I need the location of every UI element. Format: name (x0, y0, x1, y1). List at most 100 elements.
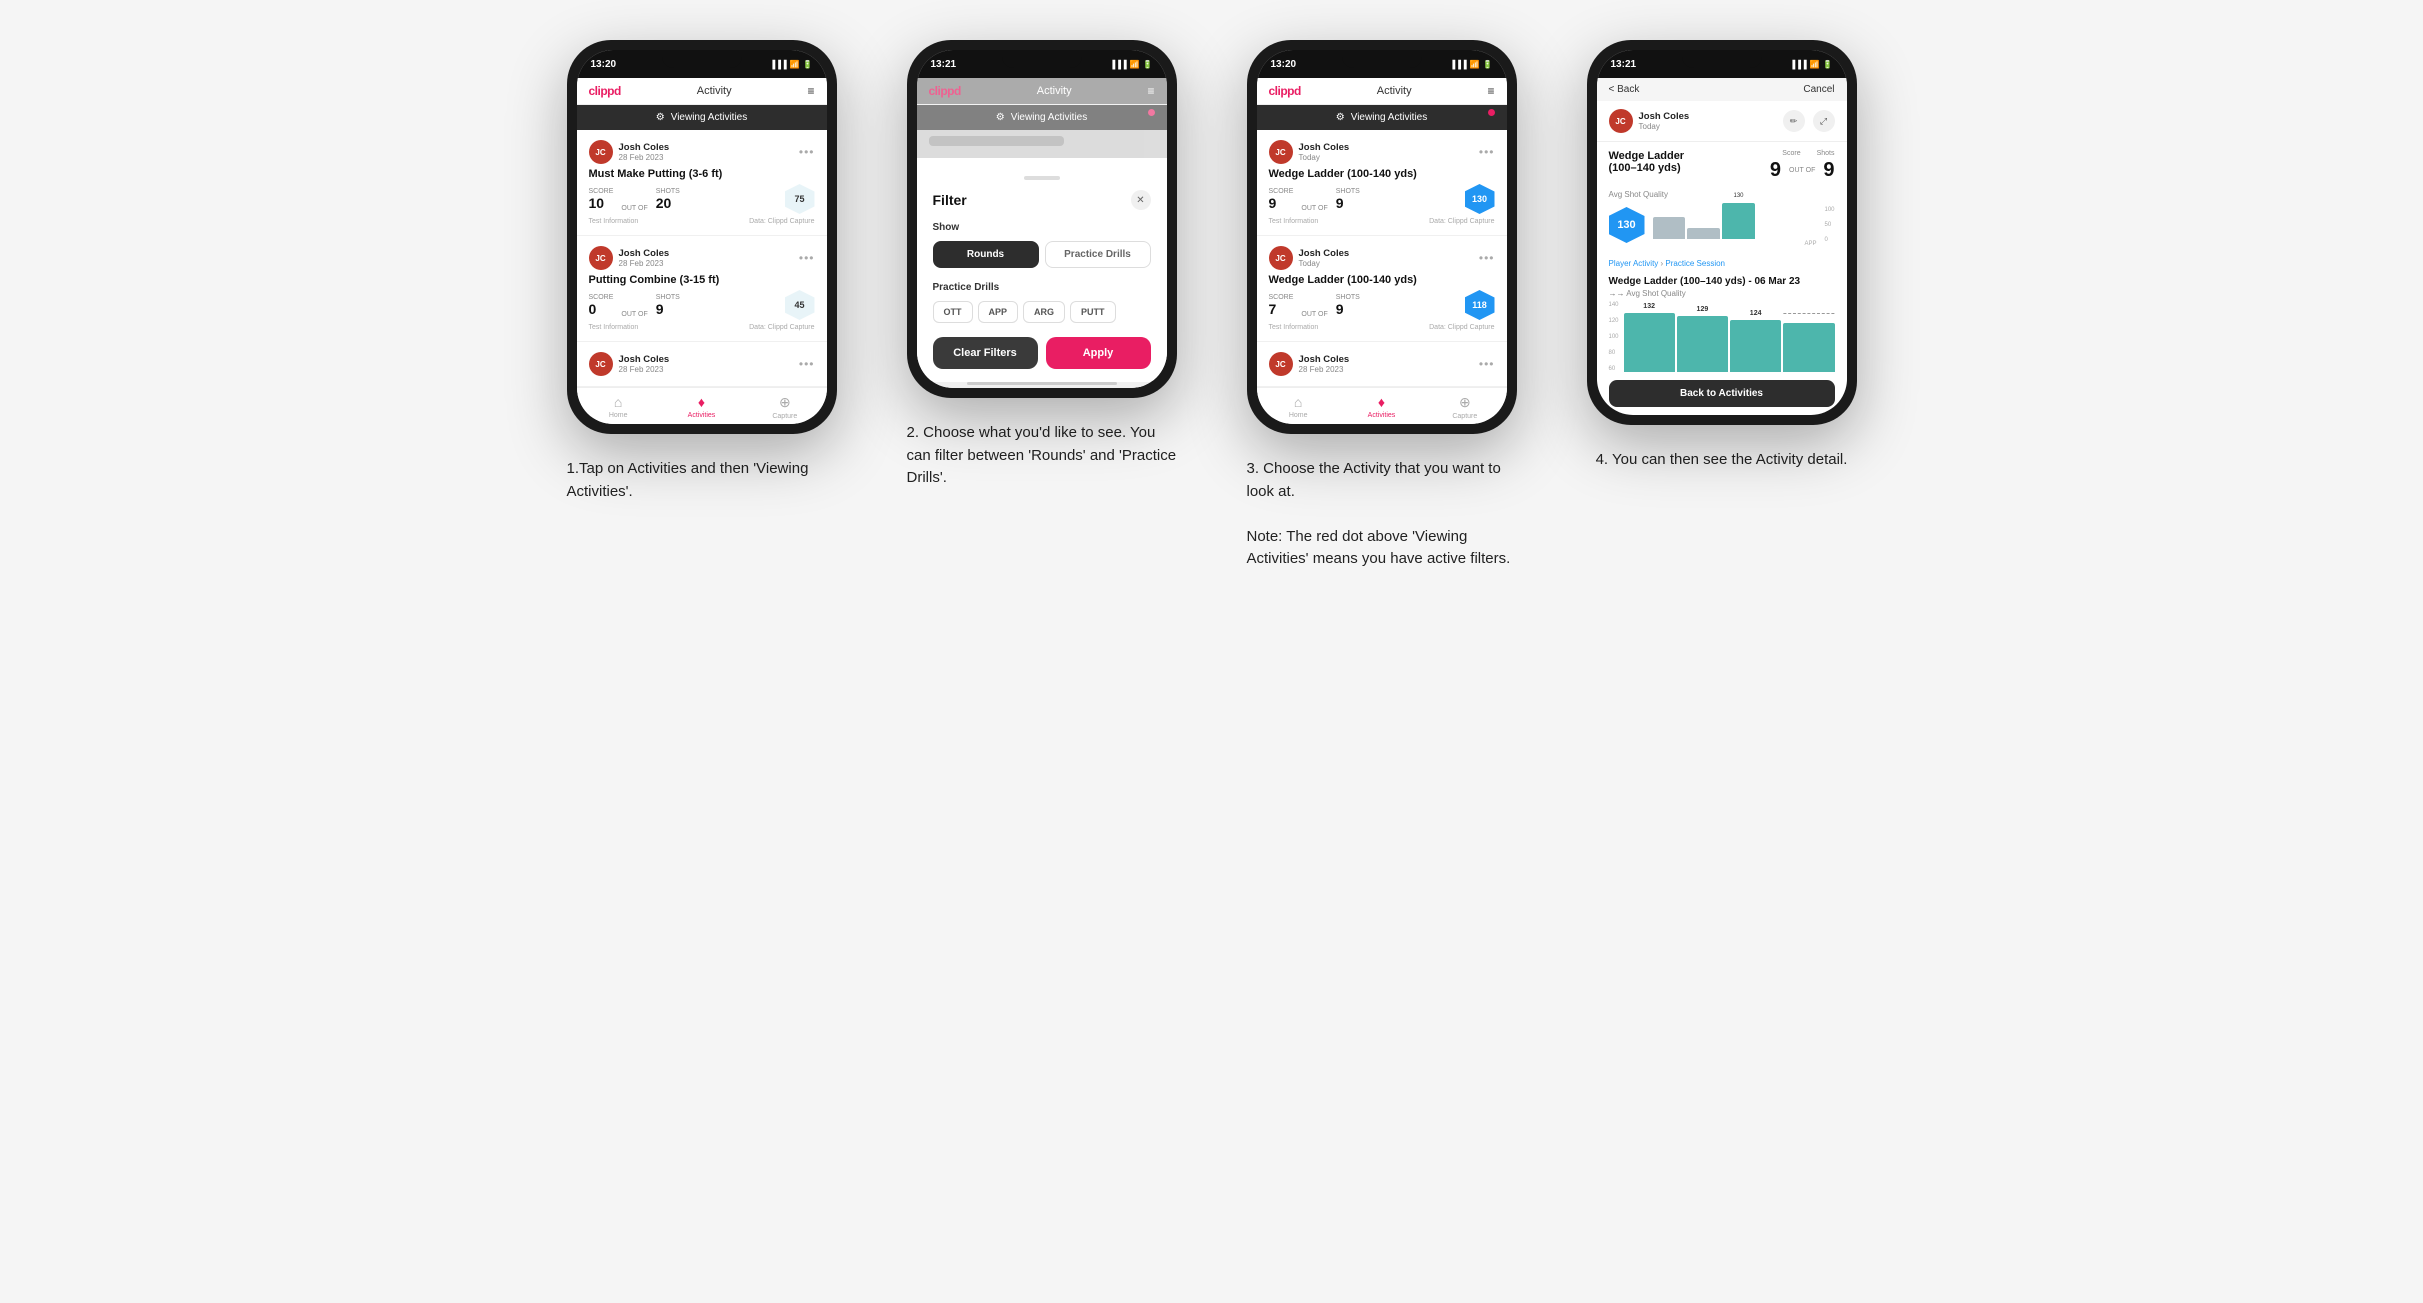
activity-card-1-3[interactable]: JC Josh Coles 28 Feb 2023 ••• (577, 342, 827, 387)
score-value-1-2: 0 (589, 301, 614, 317)
phone-frame-4: 13:21 ▐▐▐ 📶 🔋 < Back Cancel JC (1587, 40, 1857, 425)
detail-user-section: JC Josh Coles Today ✏ ⤢ (1597, 101, 1847, 142)
nav-capture-3[interactable]: ⊕ Capture (1423, 394, 1506, 420)
capture-label-3: Capture (1452, 413, 1477, 420)
nav-activities-1[interactable]: ♦ Activities (660, 394, 743, 420)
phone-frame-1: 13:20 ▐▐▐ 📶 🔋 clippd Activity ≡ ⚙ (567, 40, 837, 434)
status-time-2: 13:21 (931, 59, 957, 70)
wifi-icon: 📶 (790, 60, 800, 69)
test-info-row-1-1: Test Information Data: Clippd Capture (589, 218, 815, 225)
user-name-4: Josh Coles (1639, 111, 1690, 122)
red-dot-2 (1148, 109, 1155, 116)
toggle-rounds[interactable]: Rounds (933, 241, 1039, 268)
viewing-banner-3[interactable]: ⚙ Viewing Activities (1257, 105, 1507, 130)
nav-capture-1[interactable]: ⊕ Capture (743, 394, 826, 420)
battery-icon-4: 🔋 (1823, 60, 1833, 69)
chip-ott[interactable]: OTT (933, 301, 973, 323)
card-header-1-3: JC Josh Coles 28 Feb 2023 ••• (589, 352, 815, 376)
user-info-3-1: JC Josh Coles Today (1269, 140, 1350, 164)
battery-icon-2: 🔋 (1143, 60, 1153, 69)
viewing-banner-1[interactable]: ⚙ Viewing Activities (577, 105, 827, 130)
menu-icon-2[interactable]: ≡ (1147, 84, 1154, 98)
status-bar-3: 13:20 ▐▐▐ 📶 🔋 (1257, 50, 1507, 78)
status-time-3: 13:20 (1271, 59, 1297, 70)
user-date-4: Today (1639, 122, 1690, 131)
more-dots-1-3[interactable]: ••• (799, 357, 815, 371)
notch-1 (662, 50, 742, 68)
phone-frame-2: 13:21 ▐▐▐ 📶 🔋 clippd Activity ≡ ⚙ (907, 40, 1177, 398)
clear-filters-button[interactable]: Clear Filters (933, 337, 1038, 369)
filter-actions: Clear Filters Apply (933, 337, 1151, 369)
avg-shot-quality-session-label: →→ Avg Shot Quality (1597, 289, 1847, 302)
cancel-button[interactable]: Cancel (1803, 84, 1834, 95)
menu-icon-1[interactable]: ≡ (807, 84, 814, 98)
more-dots-3-3[interactable]: ••• (1479, 357, 1495, 371)
status-icons-2: ▐▐▐ 📶 🔋 (1110, 60, 1153, 69)
nav-home-1[interactable]: ⌂ Home (577, 394, 660, 420)
activity-card-1-1[interactable]: JC Josh Coles 28 Feb 2023 ••• Must Make … (577, 130, 827, 236)
test-info-label-1-1: Test Information (589, 218, 639, 225)
chart-x-label: APP (1804, 241, 1816, 247)
filter-icon-1: ⚙ (656, 112, 665, 123)
shots-label-3-2: Shots (1336, 294, 1360, 301)
back-to-activities-button[interactable]: Back to Activities (1609, 380, 1835, 407)
chip-arg[interactable]: ARG (1023, 301, 1065, 323)
activity-card-3-3[interactable]: JC Josh Coles 28 Feb 2023 ••• (1257, 342, 1507, 387)
toggle-row: Rounds Practice Drills (933, 241, 1151, 268)
nav-home-3[interactable]: ⌂ Home (1257, 394, 1340, 420)
player-activity-label: Player Activity (1609, 259, 1659, 268)
avatar-3-1: JC (1269, 140, 1293, 164)
chips-row: OTT APP ARG PUTT (933, 301, 1151, 323)
wedge-header: Wedge Ladder (100–140 yds) Score Shots 9… (1597, 142, 1847, 186)
chip-app[interactable]: APP (978, 301, 1019, 323)
menu-icon-3[interactable]: ≡ (1487, 84, 1494, 98)
description-3: 3. Choose the Activity that you want to … (1247, 458, 1517, 571)
app-logo-3: clippd (1269, 84, 1301, 98)
mini-chart: 130 APP (1653, 203, 1817, 247)
toggle-practice-drills[interactable]: Practice Drills (1045, 241, 1151, 268)
score-section: Score Shots 9 OUT OF 9 (1770, 150, 1835, 182)
user-date-3-3: 28 Feb 2023 (1299, 365, 1350, 374)
chart-area: 130 130 APP (1609, 203, 1835, 247)
activity-card-3-2[interactable]: JC Josh Coles Today ••• Wedge Ladder (10… (1257, 236, 1507, 342)
score-value-3-2: 7 (1269, 301, 1294, 317)
user-name-1-2: Josh Coles (619, 248, 670, 259)
expand-icon[interactable]: ⤢ (1813, 110, 1835, 132)
more-dots-3-2[interactable]: ••• (1479, 251, 1495, 265)
activity-card-3-1[interactable]: JC Josh Coles Today ••• Wedge Ladder (10… (1257, 130, 1507, 236)
apply-button[interactable]: Apply (1046, 337, 1151, 369)
more-dots-1-1[interactable]: ••• (799, 145, 815, 159)
home-icon-3: ⌂ (1294, 394, 1302, 410)
avg-shot-quality-session: Avg Shot Quality (1626, 289, 1685, 298)
score-label-1-2: Score (589, 294, 614, 301)
score-labels: Score Shots (1782, 150, 1834, 157)
signal-icon: ▐▐▐ (770, 60, 787, 69)
more-dots-1-2[interactable]: ••• (799, 251, 815, 265)
battery-icon: 🔋 (803, 60, 813, 69)
activities-label-3: Activities (1368, 412, 1396, 419)
capture-label-1: Capture (772, 413, 797, 420)
more-dots-3-1[interactable]: ••• (1479, 145, 1495, 159)
shots-value-3-2: 9 (1336, 301, 1360, 317)
shots-label-3-1: Shots (1336, 188, 1360, 195)
activity-title-3-1: Wedge Ladder (100-140 yds) (1269, 168, 1495, 180)
y-axis-labels: 100 50 0 (1824, 207, 1834, 243)
chip-putt[interactable]: PUTT (1070, 301, 1116, 323)
edit-icon[interactable]: ✏ (1783, 110, 1805, 132)
detail-user-info: JC Josh Coles Today (1609, 109, 1690, 133)
activity-card-1-2[interactable]: JC Josh Coles 28 Feb 2023 ••• Putting Co… (577, 236, 827, 342)
app-header-3: clippd Activity ≡ (1257, 78, 1507, 105)
nav-activities-3[interactable]: ♦ Activities (1340, 394, 1423, 420)
back-button[interactable]: < Back (1609, 84, 1640, 95)
user-date-3-1: Today (1299, 153, 1350, 162)
app-title-1: Activity (697, 85, 732, 97)
shots-value-4: 9 (1823, 159, 1834, 182)
user-info-1-2: JC Josh Coles 28 Feb 2023 (589, 246, 670, 270)
close-button[interactable]: ✕ (1131, 190, 1151, 210)
card-header-1-2: JC Josh Coles 28 Feb 2023 ••• (589, 246, 815, 270)
bottom-nav-1: ⌂ Home ♦ Activities ⊕ Capture (577, 387, 827, 424)
outof-3-2: OUT OF (1301, 311, 1327, 318)
card-header-1-1: JC Josh Coles 28 Feb 2023 ••• (589, 140, 815, 164)
activities-icon-1: ♦ (698, 394, 705, 410)
shots-value-1-2: 9 (656, 301, 680, 317)
